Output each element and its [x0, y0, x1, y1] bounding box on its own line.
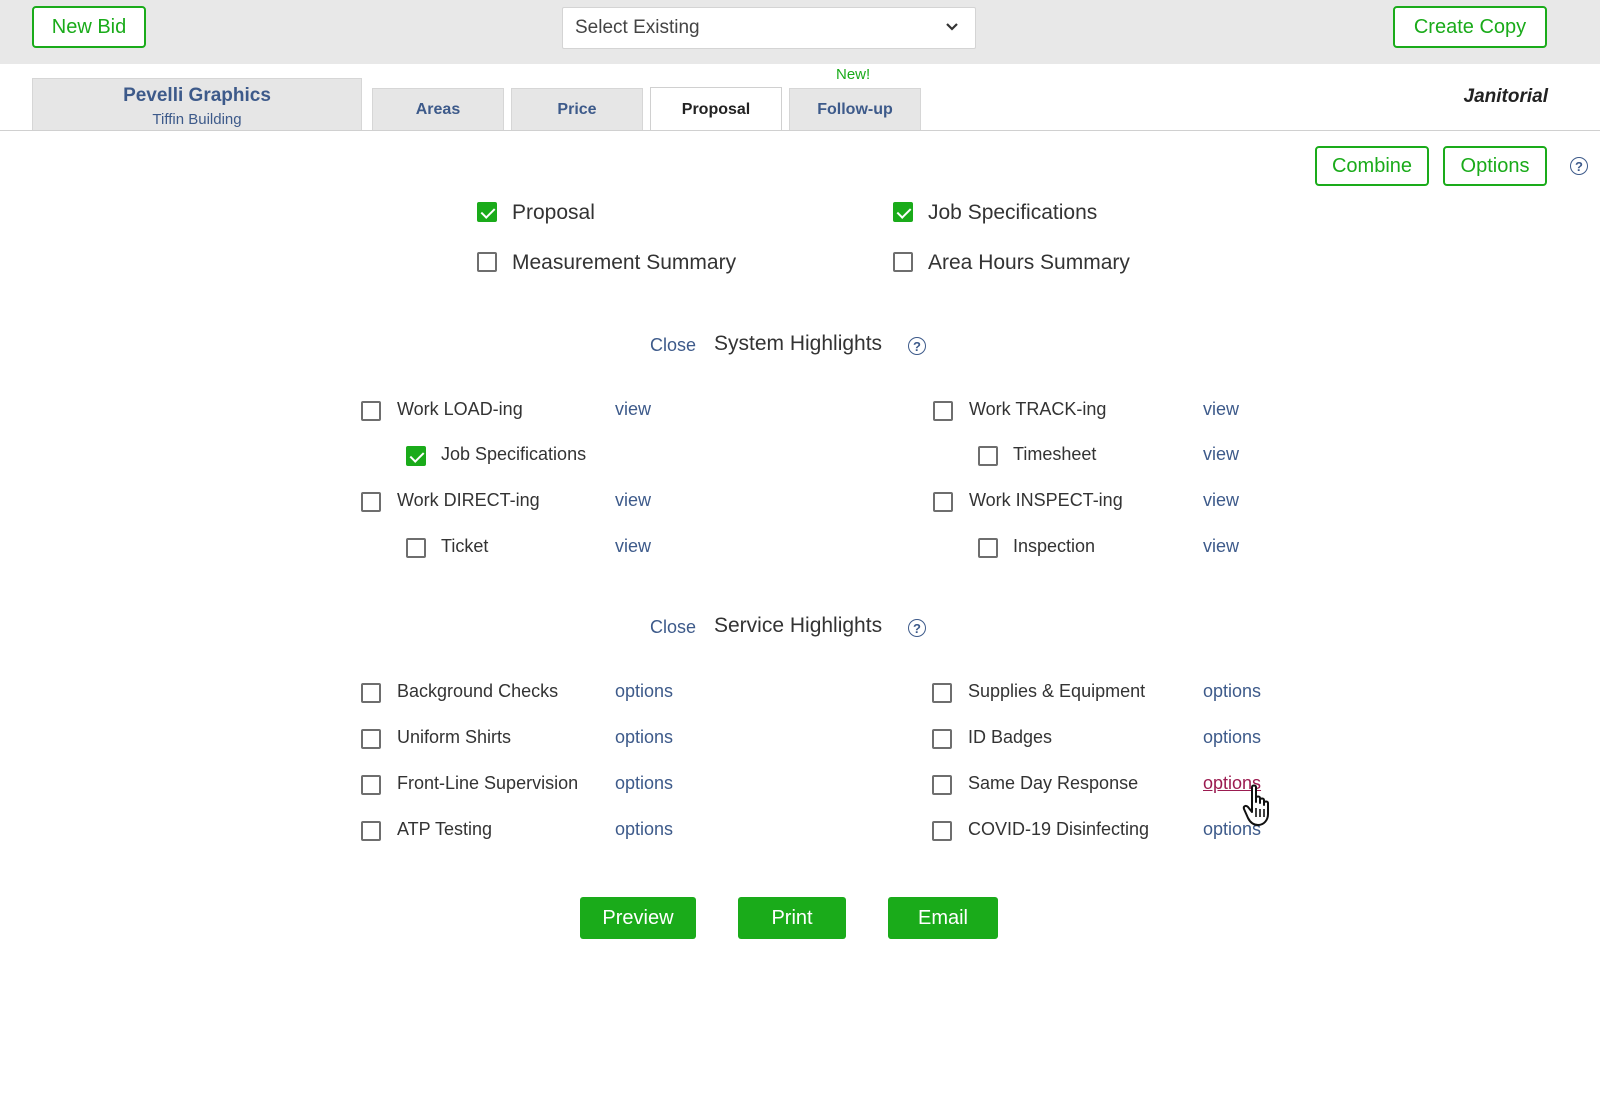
ticket-label: Ticket — [441, 536, 489, 556]
id-badges-options-link[interactable]: options — [1203, 727, 1261, 748]
work-loading-checkbox[interactable] — [361, 401, 381, 421]
uniform-shirts-options-link[interactable]: options — [615, 727, 673, 748]
proposal-label: Proposal — [512, 201, 595, 224]
atp-testing-options-link[interactable]: options — [615, 819, 673, 840]
front-line-supervision-checkbox[interactable] — [361, 775, 381, 795]
covid-19-disinfecting-checkbox[interactable] — [932, 821, 952, 841]
system-job-specifications-label: Job Specifications — [441, 444, 587, 464]
background-checks-checkbox[interactable] — [361, 683, 381, 703]
same-day-response-checkbox[interactable] — [932, 775, 952, 795]
inspection-view-link[interactable]: view — [1203, 536, 1239, 557]
system-highlights-help-icon[interactable]: ? — [908, 337, 926, 355]
supplies-equipment-options-link[interactable]: options — [1203, 681, 1261, 702]
area-hours-summary-checkbox[interactable] — [893, 252, 913, 272]
work-tracking-label: Work TRACK-ing — [969, 399, 1107, 419]
tab-divider — [0, 130, 1600, 131]
proposal-checkbox[interactable] — [477, 202, 497, 222]
tab-follow-up[interactable]: Follow-up — [789, 88, 921, 130]
background-checks-label: Background Checks — [397, 681, 559, 701]
supplies-equipment-checkbox[interactable] — [932, 683, 952, 703]
work-inspecting-label: Work INSPECT-ing — [969, 490, 1123, 510]
create-copy-button[interactable]: Create Copy — [1393, 6, 1547, 48]
work-inspecting-checkbox[interactable] — [933, 492, 953, 512]
inspection-checkbox[interactable] — [978, 538, 998, 558]
work-directing-label: Work DIRECT-ing — [397, 490, 540, 510]
tab-proposal[interactable]: Proposal — [650, 87, 782, 131]
supplies-equipment-label: Supplies & Equipment — [968, 681, 1146, 701]
select-existing-dropdown[interactable]: Select Existing — [562, 7, 976, 49]
system-highlights-title: System Highlights — [714, 332, 883, 355]
same-day-response-label: Same Day Response — [968, 773, 1139, 793]
work-loading-view-link[interactable]: view — [615, 399, 651, 420]
company-tab[interactable]: Pevelli Graphics Tiffin Building — [32, 78, 362, 130]
work-loading-label: Work LOAD-ing — [397, 399, 523, 419]
service-highlights-title: Service Highlights — [714, 614, 883, 637]
uniform-shirts-checkbox[interactable] — [361, 729, 381, 749]
front-line-supervision-options-link[interactable]: options — [615, 773, 673, 794]
inspection-label: Inspection — [1013, 536, 1096, 556]
timesheet-view-link[interactable]: view — [1203, 444, 1239, 465]
tab-areas[interactable]: Areas — [372, 88, 504, 130]
work-tracking-view-link[interactable]: view — [1203, 399, 1239, 420]
work-inspecting-view-link[interactable]: view — [1203, 490, 1239, 511]
work-directing-view-link[interactable]: view — [615, 490, 651, 511]
front-line-supervision-label: Front-Line Supervision — [397, 773, 579, 793]
id-badges-label: ID Badges — [968, 727, 1053, 747]
timesheet-label: Timesheet — [1013, 444, 1097, 464]
help-icon[interactable]: ? — [1570, 157, 1588, 175]
job-specifications-label: Job Specifications — [928, 201, 1098, 224]
timesheet-checkbox[interactable] — [978, 446, 998, 466]
measurement-summary-label: Measurement Summary — [512, 251, 737, 274]
ticket-checkbox[interactable] — [406, 538, 426, 558]
new-badge: New! — [836, 66, 871, 83]
options-button[interactable]: Options — [1443, 146, 1547, 186]
atp-testing-checkbox[interactable] — [361, 821, 381, 841]
job-specifications-checkbox[interactable] — [893, 202, 913, 222]
division-label: Janitorial — [1463, 86, 1548, 107]
print-button[interactable]: Print — [738, 897, 846, 939]
work-directing-checkbox[interactable] — [361, 492, 381, 512]
uniform-shirts-label: Uniform Shirts — [397, 727, 512, 747]
select-existing-value: Select Existing — [575, 17, 700, 38]
tab-price[interactable]: Price — [511, 88, 643, 130]
atp-testing-label: ATP Testing — [397, 819, 493, 839]
chevron-down-icon — [946, 23, 958, 31]
combine-button[interactable]: Combine — [1315, 146, 1429, 186]
measurement-summary-checkbox[interactable] — [477, 252, 497, 272]
company-name: Pevelli Graphics — [123, 85, 271, 106]
background-checks-options-link[interactable]: options — [615, 681, 673, 702]
new-bid-button[interactable]: New Bid — [32, 6, 146, 48]
hand-pointer-cursor-icon — [1242, 784, 1269, 826]
service-highlights-help-icon[interactable]: ? — [908, 619, 926, 637]
id-badges-checkbox[interactable] — [932, 729, 952, 749]
ticket-view-link[interactable]: view — [615, 536, 651, 557]
system-highlights-close-link[interactable]: Close — [650, 335, 696, 356]
work-tracking-checkbox[interactable] — [933, 401, 953, 421]
email-button[interactable]: Email — [888, 897, 998, 939]
building-name: Tiffin Building — [152, 111, 242, 128]
service-highlights-close-link[interactable]: Close — [650, 617, 696, 638]
system-job-specifications-checkbox[interactable] — [406, 446, 426, 466]
preview-button[interactable]: Preview — [580, 897, 696, 939]
area-hours-summary-label: Area Hours Summary — [928, 251, 1130, 274]
covid-19-disinfecting-label: COVID-19 Disinfecting — [968, 819, 1150, 839]
